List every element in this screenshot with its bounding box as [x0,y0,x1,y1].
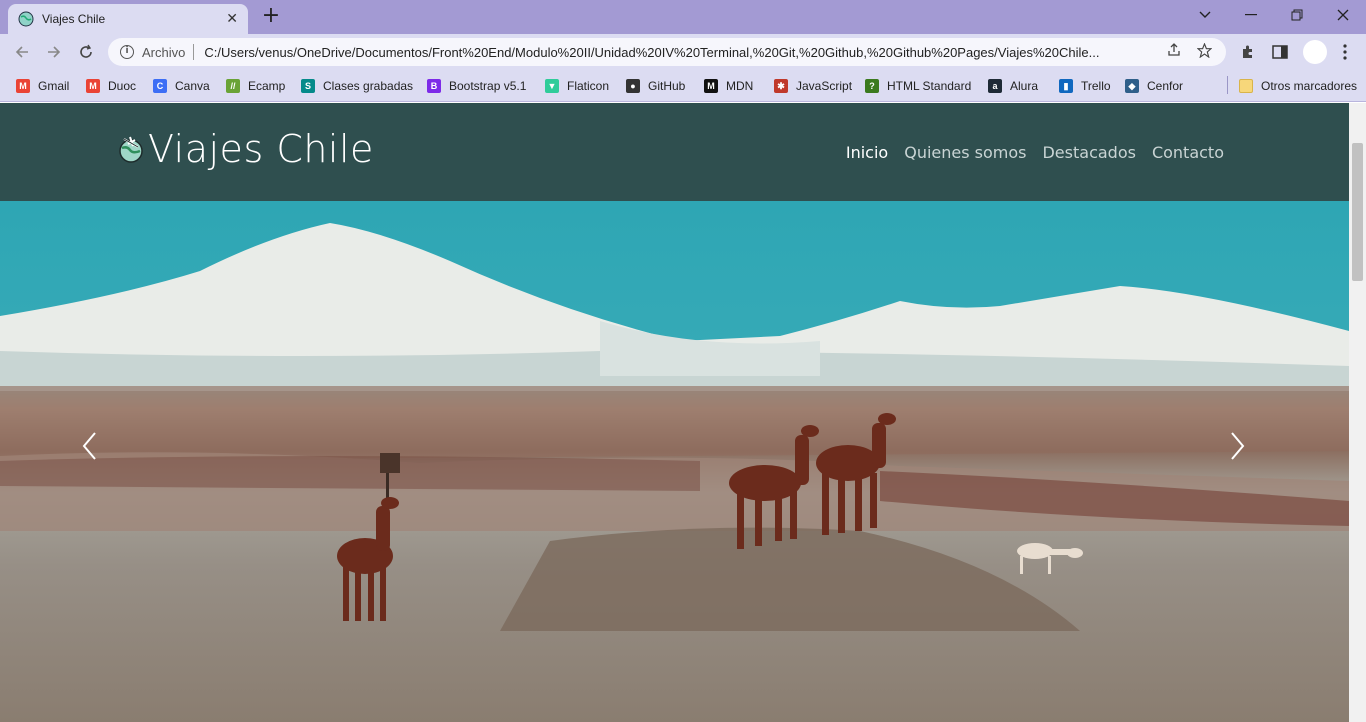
travel-logo-icon [119,136,143,163]
bootstrap-v5-1-icon: B [427,79,441,93]
alura-icon: a [988,79,1002,93]
nav-link-contacto[interactable]: Contacto [1152,143,1224,162]
javascript-icon: ✱ [774,79,788,93]
bookmark-star-icon[interactable] [1194,41,1214,62]
restore-icon[interactable] [1274,0,1320,30]
bookmark-label: Clases grabadas [323,79,414,93]
bookmark-canva[interactable]: C Canva [153,76,210,96]
globe-icon [18,11,34,27]
site-navbar: Viajes Chile Inicio Quienes somos Destac… [0,103,1349,201]
back-icon[interactable] [10,40,34,64]
bookmark-trello[interactable]: ▮ Trello [1059,76,1111,96]
address-bar[interactable]: i Archivo C:/Users/venus/OneDrive/Docume… [108,38,1226,66]
url-text[interactable]: C:/Users/venus/OneDrive/Documentos/Front… [204,45,1154,60]
canva-icon: C [153,79,167,93]
bookmark-label: Alura [1010,79,1039,93]
duoc-icon: M [86,79,100,93]
chevron-right-icon [1231,432,1245,460]
bookmarks-divider [1227,76,1228,94]
browser-toolbar: i Archivo C:/Users/venus/OneDrive/Docume… [0,34,1366,70]
bookmark-github[interactable]: ● GitHub [626,76,685,96]
side-panel-icon[interactable] [1270,42,1290,62]
avatar[interactable] [1303,40,1327,64]
bookmark-label: Bootstrap v5.1 [449,79,527,93]
bookmark-label: HTML Standard [887,79,972,93]
bookmark-label: MDN [726,79,754,93]
bookmark-html-standard[interactable]: ? HTML Standard [865,76,971,96]
bookmark-flaticon[interactable]: ▼ Flaticon [545,76,609,96]
bookmark-label: Canva [175,79,210,93]
ecamp-icon: // [226,79,240,93]
bookmark-cenfor[interactable]: ◆ Cenfor [1125,76,1183,96]
trello-icon: ▮ [1059,79,1073,93]
chevron-left-icon [82,432,96,460]
tab-close-icon[interactable]: ✕ [226,11,238,27]
bookmark-ecamp[interactable]: // Ecamp [226,76,285,96]
bookmark-gmail[interactable]: M Gmail [16,76,69,96]
nav-link-inicio[interactable]: Inicio [846,143,888,162]
close-window-icon[interactable] [1320,0,1366,30]
bookmark-label: Ecamp [248,79,286,93]
tab-search-icon[interactable] [1182,0,1228,30]
clases-grabadas-icon: S [301,79,315,93]
hero-carousel [0,201,1349,722]
carousel-next-button[interactable] [1227,431,1267,479]
minimize-icon[interactable] [1228,0,1274,30]
bookmark-label: GitHub [648,79,686,93]
nav-link-destacados[interactable]: Destacados [1042,143,1135,162]
nav-link-quienes-somos[interactable]: Quienes somos [904,143,1026,162]
bookmark-label: Gmail [38,79,70,93]
main-nav: Inicio Quienes somos Destacados Contacto [846,143,1224,162]
tab-title: Viajes Chile [42,12,106,26]
gmail-icon: M [16,79,30,93]
share-icon[interactable] [1164,43,1184,61]
browser-tab[interactable]: Viajes Chile ✕ [8,4,248,34]
bookmark-duoc[interactable]: M Duoc [86,76,136,96]
omnibox-divider [193,44,195,60]
carousel-prev-button[interactable] [80,431,120,479]
bookmark-label: Duoc [108,79,137,93]
scrollbar-thumb[interactable] [1352,143,1363,281]
bookmark-label: Flaticon [567,79,610,93]
folder-icon [1239,79,1253,93]
url-scheme-label: Archivo [142,44,186,60]
bookmark-mdn[interactable]: M MDN [704,76,753,96]
github-icon: ● [626,79,640,93]
page-viewport: Viajes Chile Inicio Quienes somos Destac… [0,103,1349,722]
bookmark-label: Cenfor [1147,79,1184,93]
tab-bar: Viajes Chile ✕ + [0,0,1366,34]
bookmark-clases-grabadas[interactable]: S Clases grabadas [301,76,413,96]
extensions-icon[interactable] [1238,42,1258,62]
site-info-icon[interactable]: i [120,45,134,59]
other-bookmarks-folder[interactable]: Otros marcadores [1239,76,1357,96]
bookmark-label: Trello [1081,79,1111,93]
brand-link[interactable]: Viajes Chile [116,127,374,171]
bookmark-bootstrap-v5-1[interactable]: B Bootstrap v5.1 [427,76,526,96]
brand-name: Viajes Chile [148,127,374,171]
bookmark-label: JavaScript [796,79,853,93]
flaticon-icon: ▼ [545,79,559,93]
bookmark-alura[interactable]: a Alura [988,76,1038,96]
new-tab-button[interactable]: + [258,4,284,30]
carousel-slide-image [0,223,1349,631]
cenfor-icon: ◆ [1125,79,1139,93]
menu-kebab-icon[interactable] [1335,42,1355,62]
bookmark-javascript[interactable]: ✱ JavaScript [774,76,852,96]
other-bookmarks-label: Otros marcadores [1261,79,1358,93]
mdn-icon: M [704,79,718,93]
bookmarks-bar: M Gmail M Duoc C Canva // Ecamp S Clases grabadas… [0,70,1366,102]
reload-icon[interactable] [74,40,98,64]
forward-icon[interactable] [42,40,66,64]
page-scrollbar[interactable] [1349,103,1366,722]
html-standard-icon: ? [865,79,879,93]
